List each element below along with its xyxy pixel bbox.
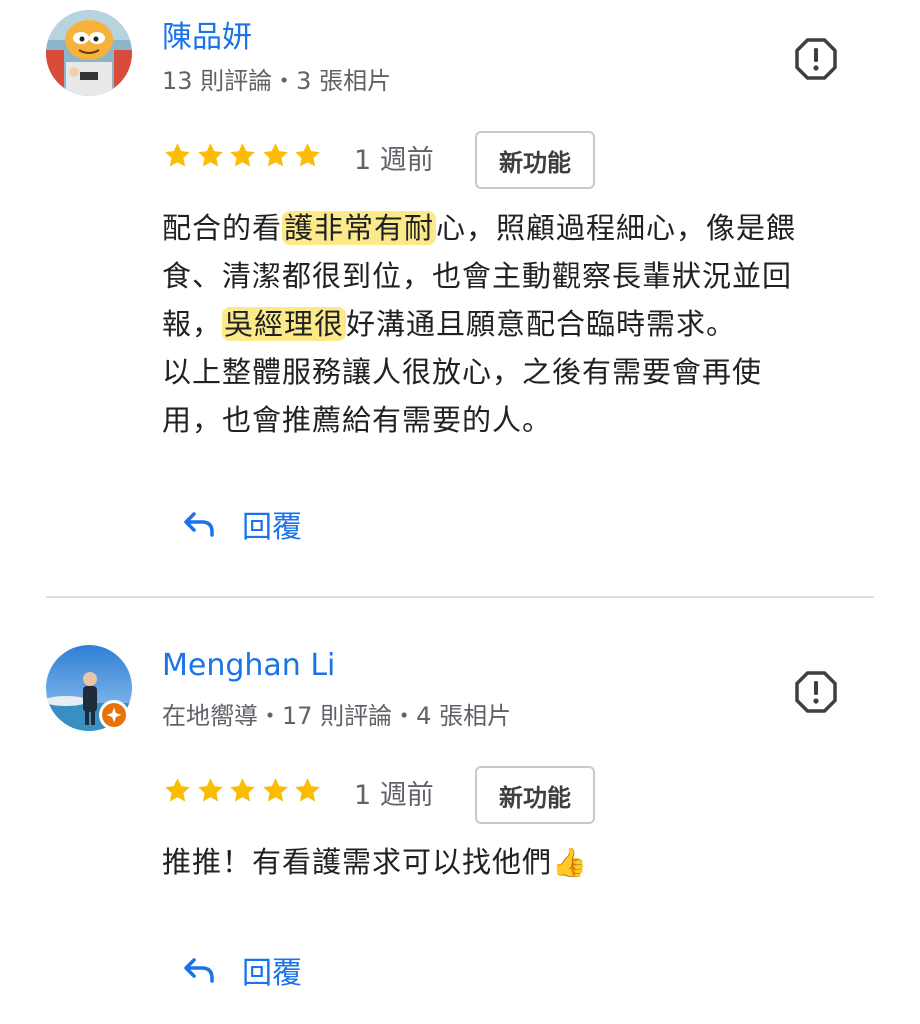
review-text-segment: 推推！有看護需求可以找他們 [162, 845, 553, 879]
star-icon [295, 143, 321, 167]
review-text-segment: 配合的看 [162, 211, 283, 245]
star-icon [295, 778, 321, 802]
review-divider [46, 596, 874, 598]
report-flag-icon[interactable] [794, 37, 838, 81]
review-text-segment: 心，照顧過程細心，像是餵 [436, 211, 797, 245]
review-line: 配合的看護非常有耐心，照顧過程細心，像是餵 [162, 204, 882, 252]
star-icon [263, 778, 288, 802]
reviewer-name[interactable]: Menghan Li [162, 648, 335, 683]
review-line: 食、清潔都很到位，也會主動觀察長輩狀況並回 [162, 252, 882, 300]
star-rating [162, 775, 325, 805]
highlighted-text: 吳經理很 [222, 307, 347, 341]
thumbs-up-emoji: 👍 [552, 846, 588, 879]
reply-button[interactable]: 回覆 [182, 502, 302, 546]
report-flag-icon[interactable] [794, 670, 838, 714]
star-icon [197, 778, 223, 802]
review-text-segment: 好溝通且願意配合臨時需求。 [346, 307, 737, 341]
review-line: 推推！有看護需求可以找他們👍 [162, 838, 882, 887]
review-line: 報，吳經理很好溝通且願意配合臨時需求。 [162, 300, 882, 348]
local-guide-star-icon [106, 707, 122, 723]
star-icon [165, 143, 190, 167]
reply-arrow-icon [184, 512, 214, 537]
reviewer-meta: 在地嚮導・17 則評論・4 張相片 [162, 702, 512, 730]
review-text-segment: 以上整體服務讓人很放心，之後有需要會再使 [162, 355, 763, 389]
review-time: 1 週前 [354, 780, 434, 811]
star-icon [165, 778, 190, 802]
review-time: 1 週前 [354, 145, 434, 176]
new-feature-button[interactable]: 新功能 [475, 766, 595, 824]
reviewer-avatar[interactable] [46, 10, 132, 96]
star-icon [230, 143, 255, 167]
review-line: 以上整體服務讓人很放心，之後有需要會再使 [162, 348, 882, 396]
reviewer-meta: 13 則評論・3 張相片 [162, 67, 392, 95]
review-text: 配合的看護非常有耐心，照顧過程細心，像是餵食、清潔都很到位，也會主動觀察長輩狀況… [162, 204, 882, 444]
garfield-avatar-icon [46, 10, 132, 96]
review-text-segment: 食、清潔都很到位，也會主動觀察長輩狀況並回 [162, 259, 793, 293]
highlighted-text: 護非常有耐 [282, 211, 437, 245]
local-guide-badge [99, 700, 129, 730]
reply-label: 回覆 [242, 956, 302, 991]
review-line: 用，也會推薦給有需要的人。 [162, 396, 882, 444]
star-icon [230, 778, 255, 802]
new-feature-button[interactable]: 新功能 [475, 131, 595, 189]
star-icon [197, 143, 223, 167]
reply-button[interactable]: 回覆 [182, 948, 302, 992]
star-rating [162, 140, 325, 170]
review-text-segment: 用，也會推薦給有需要的人。 [162, 403, 553, 437]
reply-label: 回覆 [242, 510, 302, 545]
star-icon [263, 143, 288, 167]
review-text-segment: 報， [162, 307, 223, 341]
reply-arrow-icon [184, 958, 214, 983]
review-text: 推推！有看護需求可以找他們👍 [162, 838, 882, 887]
reviewer-name[interactable]: 陳品妍 [162, 12, 252, 56]
